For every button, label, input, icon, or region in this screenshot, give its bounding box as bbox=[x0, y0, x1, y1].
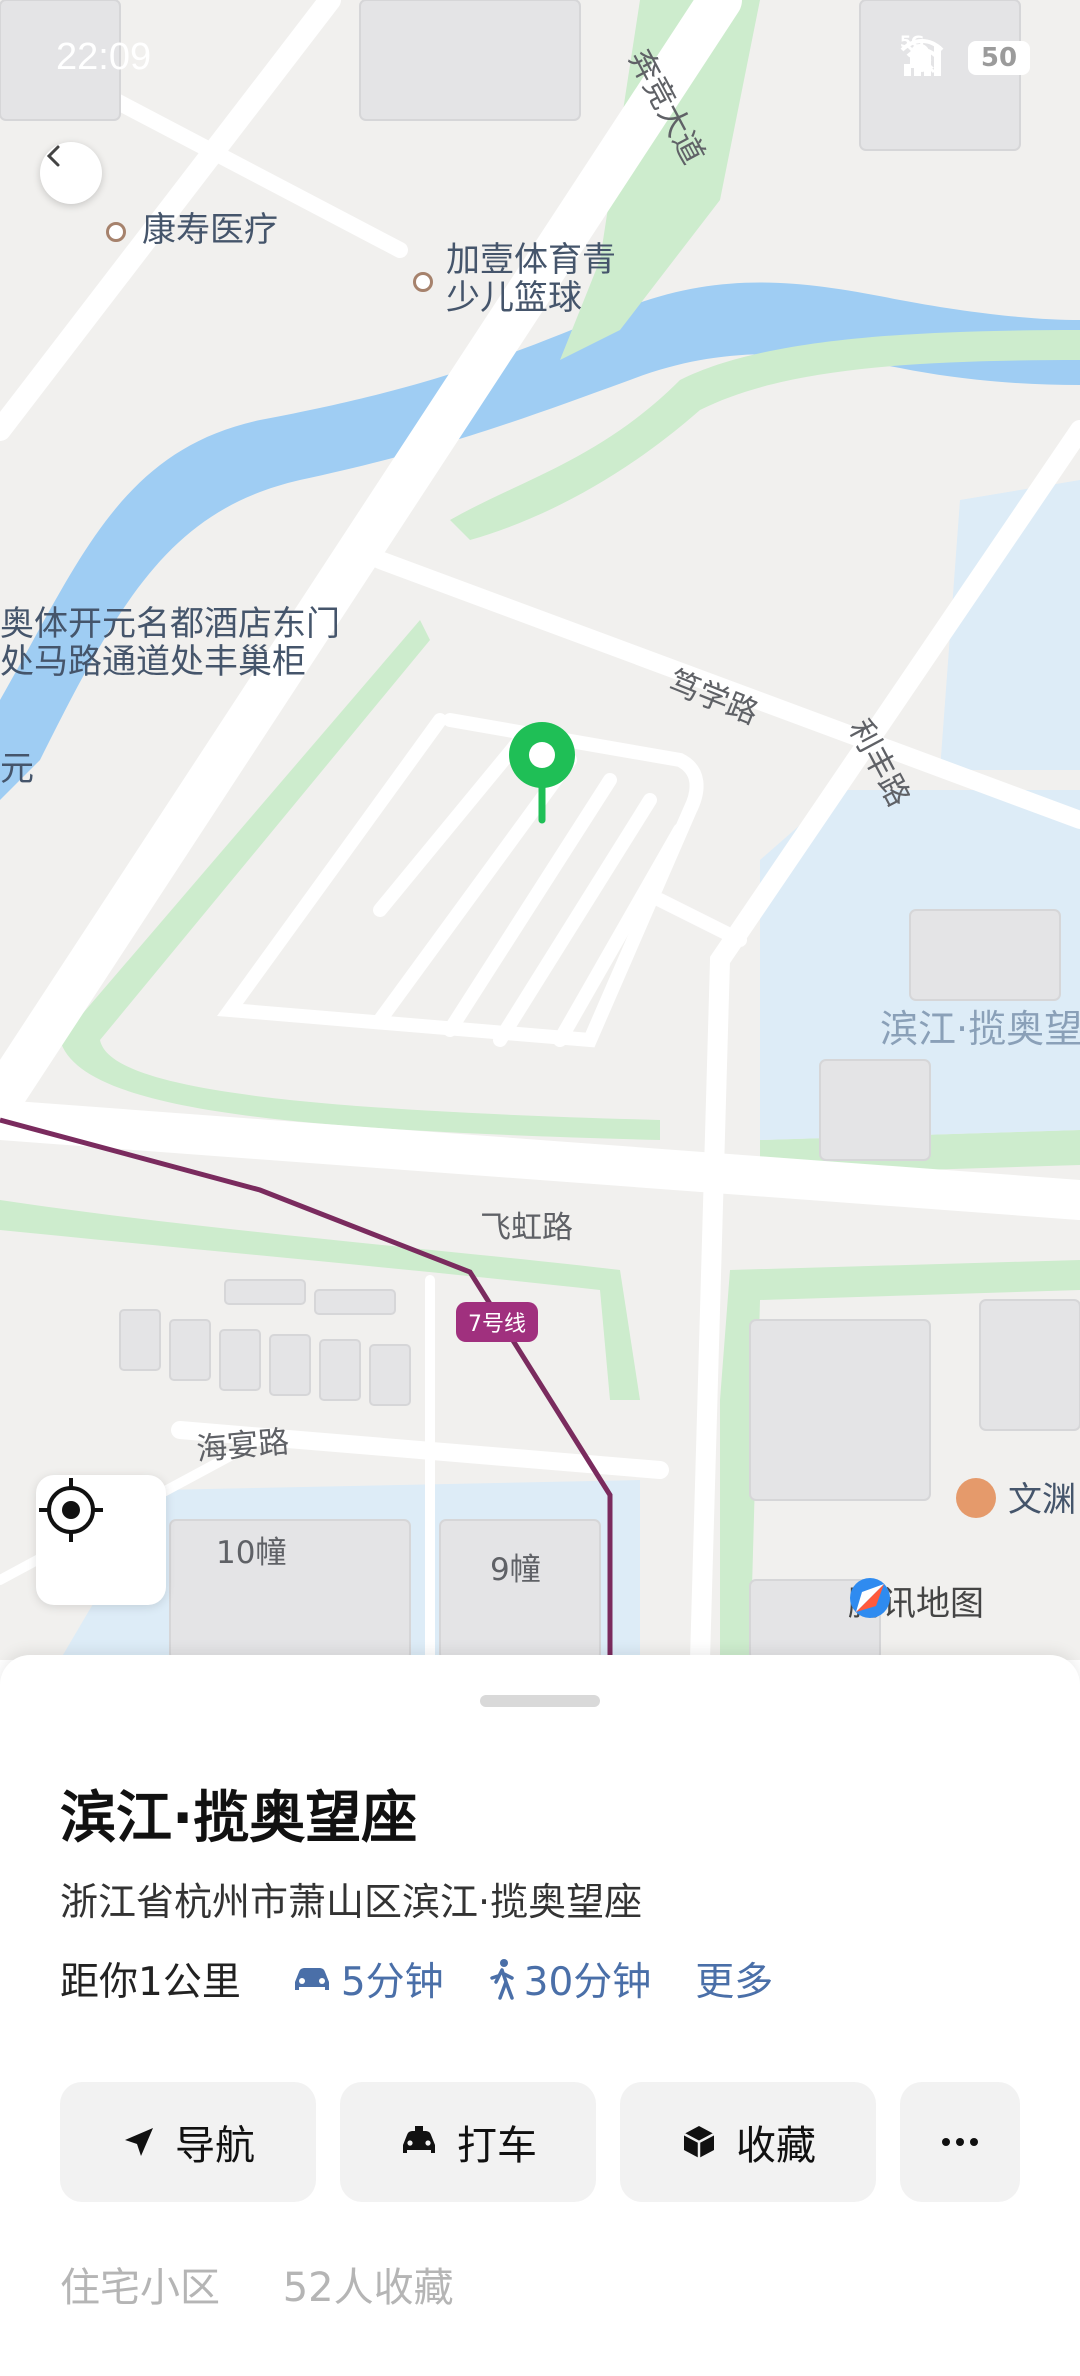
poi-partial-label: 元 bbox=[0, 749, 34, 789]
status-icons: 5G 50 bbox=[900, 32, 1030, 78]
navigation-arrow-icon bbox=[125, 2128, 153, 2156]
car-icon bbox=[294, 1968, 329, 1990]
map-brand: 腾讯地图 bbox=[848, 1576, 984, 1625]
building-10: 10幢 bbox=[216, 1535, 287, 1571]
crosshair-icon bbox=[39, 1478, 103, 1542]
metro-line-tag[interactable]: 7号线 bbox=[456, 1302, 538, 1342]
walk-time[interactable]: 30分钟 bbox=[488, 1951, 652, 2007]
poi-dot-icon bbox=[413, 272, 433, 292]
poi-wenyuan[interactable]: 文渊 bbox=[1008, 1481, 1076, 1519]
action-buttons: 导航 打车 收藏 bbox=[60, 2082, 1020, 2202]
drive-time-text: 5分钟 bbox=[340, 1960, 444, 2005]
building-9: 9幢 bbox=[490, 1552, 541, 1588]
road-feihong: 飞虹路 bbox=[480, 1210, 573, 1246]
tencent-map-logo-icon bbox=[850, 1578, 890, 1618]
more-icon bbox=[942, 2138, 978, 2146]
road-haiyan: 海宴路 bbox=[194, 1424, 291, 1468]
navigate-label: 导航 bbox=[175, 2123, 255, 2169]
area-label-lanaowang[interactable]: 滨江·揽奥望 bbox=[880, 998, 1080, 1053]
navigate-button[interactable]: 导航 bbox=[60, 2082, 316, 2202]
poi-jiayi-line1[interactable]: 加壹体育青 bbox=[446, 241, 616, 279]
back-button[interactable] bbox=[40, 142, 102, 204]
chevron-left-icon bbox=[46, 145, 60, 167]
walk-icon bbox=[489, 1959, 514, 2000]
signal-icon: 5G bbox=[900, 32, 946, 78]
favorite-count: 52人收藏 bbox=[282, 2265, 454, 2311]
place-meta-row: 距你1公里 5分钟 30分钟 更多 bbox=[60, 1951, 817, 2007]
poi-kangshou[interactable]: 康寿医疗 bbox=[142, 211, 278, 249]
poi-aoti-line1[interactable]: 奥体开元名都酒店东门 bbox=[0, 605, 340, 643]
drive-time[interactable]: 5分钟 bbox=[291, 1951, 444, 2007]
map-view[interactable]: 22:09 5G 50 康寿医疗 加壹体育青 少儿篮球 奥体开元名都酒店东门 处… bbox=[0, 0, 1080, 1660]
sheet-drag-handle[interactable] bbox=[480, 1695, 600, 1707]
taxi-label: 打车 bbox=[457, 2123, 537, 2169]
place-detail-sheet[interactable]: 滨江·揽奥望座 浙江省杭州市萧山区滨江·揽奥望座 距你1公里 5分钟 30分钟 … bbox=[0, 1655, 1080, 2376]
more-options-button[interactable] bbox=[900, 2082, 1020, 2202]
place-address: 浙江省杭州市萧山区滨江·揽奥望座 bbox=[60, 1880, 643, 1924]
taxi-button[interactable]: 打车 bbox=[340, 2082, 596, 2202]
place-type: 住宅小区 bbox=[60, 2265, 220, 2311]
favorite-button[interactable]: 收藏 bbox=[620, 2082, 876, 2202]
place-tags-row: 住宅小区 52人收藏 bbox=[60, 2255, 504, 2313]
cultural-poi-icon bbox=[956, 1478, 996, 1518]
poi-jiayi-line2[interactable]: 少儿篮球 bbox=[446, 279, 582, 317]
cube-icon bbox=[683, 2126, 715, 2158]
battery-icon: 50 bbox=[968, 41, 1030, 75]
my-location-button[interactable] bbox=[36, 1475, 166, 1605]
more-routes-link[interactable]: 更多 bbox=[695, 1951, 773, 2007]
poi-dot-icon bbox=[106, 222, 126, 242]
status-bar: 22:09 5G 50 bbox=[0, 0, 1080, 110]
favorite-label: 收藏 bbox=[736, 2123, 816, 2169]
place-title: 滨江·揽奥望座 bbox=[60, 1786, 418, 1851]
place-distance: 距你1公里 bbox=[60, 1960, 241, 2005]
walk-time-text: 30分钟 bbox=[523, 1960, 652, 2005]
status-time: 22:09 bbox=[56, 36, 152, 78]
poi-aoti-line2[interactable]: 处马路通道处丰巢柜 bbox=[0, 643, 306, 681]
taxi-icon bbox=[403, 2126, 435, 2153]
